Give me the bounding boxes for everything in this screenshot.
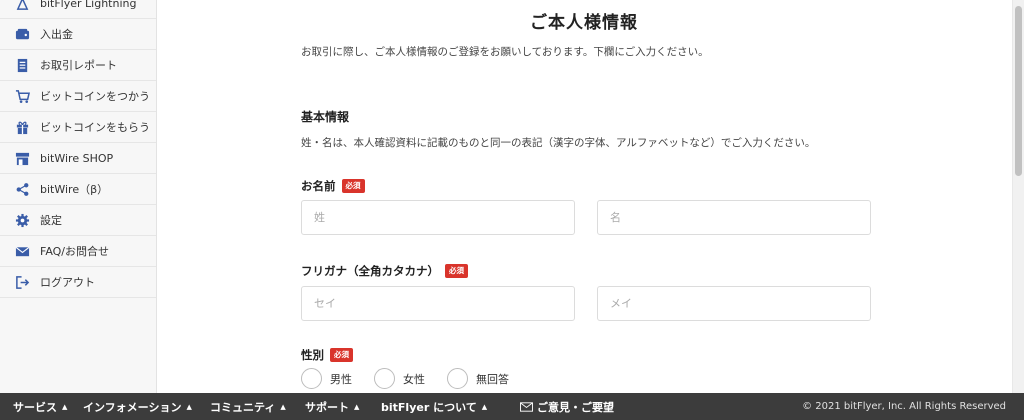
sidebar-item-settings[interactable]: 設定	[0, 205, 156, 236]
name-field-label: お名前 必須	[301, 178, 365, 194]
share-icon	[14, 181, 30, 197]
caret-up-icon: ▲	[186, 402, 192, 411]
sidebar-item-label: ログアウト	[40, 276, 95, 289]
section-note: 姓・名は、本人確認資料に記載のものと同一の表記（漢字の字体、アルファベットなど）…	[301, 137, 816, 149]
sidebar-item-label: お取引レポート	[40, 59, 117, 72]
required-badge: 必須	[341, 179, 365, 193]
sidebar-item-logout[interactable]: ログアウト	[0, 267, 156, 298]
caret-up-icon: ▲	[354, 402, 360, 411]
sidebar-item-label: 設定	[40, 214, 62, 227]
scrollbar-thumb[interactable]	[1015, 6, 1022, 176]
page-scrollbar[interactable]	[1012, 0, 1024, 393]
gender-field-label: 性別 必須	[301, 347, 353, 363]
cart-icon	[14, 88, 30, 104]
sidebar-item-label: ビットコインをもらう	[40, 121, 150, 134]
footer-feedback-link[interactable]: ご意見・ご要望	[520, 393, 614, 420]
sidebar-item-report[interactable]: お取引レポート	[0, 50, 156, 81]
footer-menu-support[interactable]: サポート ▲	[305, 393, 359, 420]
footer-menu-label: サービス	[13, 400, 57, 414]
kana-field-label: フリガナ（全角カタカナ） 必須	[301, 263, 468, 279]
logout-icon	[14, 274, 30, 290]
caret-up-icon: ▲	[481, 402, 488, 411]
sidebar-item-label: ビットコインをつかう	[40, 90, 150, 103]
radio-label: 無回答	[476, 372, 509, 386]
envelope-icon	[520, 401, 533, 412]
gender-option-female[interactable]: 女性	[374, 368, 425, 389]
caret-up-icon: ▲	[280, 402, 286, 411]
sidebar-item-lightning[interactable]: bitFlyer Lightning	[0, 0, 156, 19]
page-title: ご本人様情報	[530, 13, 638, 33]
caret-up-icon: ▲	[62, 402, 68, 411]
mail-icon	[14, 243, 30, 259]
sidebar-item-label: 入出金	[40, 28, 73, 41]
sidebar-item-label: bitFlyer Lightning	[40, 0, 137, 10]
sidebar-item-deposit[interactable]: 入出金	[0, 19, 156, 50]
name-label-text: お名前	[301, 179, 336, 193]
footer-menu-label: サポート	[305, 400, 349, 414]
sidebar-item-bitwire[interactable]: bitWire（β）	[0, 174, 156, 205]
gender-label-text: 性別	[301, 348, 324, 362]
wallet-icon	[14, 26, 30, 42]
report-icon	[14, 57, 30, 73]
footer-bar: サービス ▲ インフォメーション ▲ コミュニティ ▲ サポート ▲ bitFl…	[0, 393, 1024, 420]
footer-menu-services[interactable]: サービス ▲	[13, 393, 67, 420]
first-name-input[interactable]	[597, 200, 871, 235]
first-name-kana-input[interactable]	[597, 286, 871, 321]
footer-feedback-label: ご意見・ご要望	[537, 400, 614, 414]
radio-label: 女性	[403, 372, 425, 386]
sidebar: bitFlyer Lightning 入出金 お取引レポート ビットコインをつか…	[0, 0, 157, 393]
sidebar-item-label: bitWire（β）	[40, 183, 109, 196]
required-badge: 必須	[445, 264, 468, 278]
sidebar-item-bitwire-shop[interactable]: bitWire SHOP	[0, 143, 156, 174]
required-badge: 必須	[330, 348, 353, 362]
copyright-text: © 2021 bitFlyer, Inc. All Rights Reserve…	[802, 401, 1006, 412]
main-content: ご本人様情報 お取引に際し、ご本人様情報のご登録をお願いしております。下欄にご入…	[158, 0, 1010, 393]
gender-radio-group: 男性 女性 無回答	[301, 368, 531, 389]
sidebar-item-faq[interactable]: FAQ/お問合せ	[0, 236, 156, 267]
gender-option-male[interactable]: 男性	[301, 368, 352, 389]
footer-menu-information[interactable]: インフォメーション ▲	[83, 393, 192, 420]
radio-circle[interactable]	[447, 368, 468, 389]
gender-option-no-answer[interactable]: 無回答	[447, 368, 509, 389]
gift-icon	[14, 119, 30, 135]
sidebar-item-label: bitWire SHOP	[40, 151, 114, 165]
footer-menu-about[interactable]: bitFlyer について ▲	[381, 393, 487, 420]
footer-menu-label: インフォメーション	[83, 400, 182, 414]
sidebar-item-label: FAQ/お問合せ	[40, 245, 110, 258]
footer-menu-label: bitFlyer について	[381, 400, 477, 414]
radio-circle[interactable]	[301, 368, 322, 389]
page-lead-text: お取引に際し、ご本人様情報のご登録をお願いしております。下欄にご入力ください。	[301, 46, 709, 58]
footer-menu-label: コミュニティ	[210, 400, 276, 414]
sidebar-item-use-bitcoin[interactable]: ビットコインをつかう	[0, 81, 156, 112]
app-window: bitFlyer Lightning 入出金 お取引レポート ビットコインをつか…	[0, 0, 1024, 420]
last-name-kana-input[interactable]	[301, 286, 575, 321]
lightning-icon	[14, 0, 30, 11]
gear-icon	[14, 212, 30, 228]
section-title-basic-info: 基本情報	[301, 110, 350, 124]
footer-menu-community[interactable]: コミュニティ ▲	[210, 393, 286, 420]
last-name-input[interactable]	[301, 200, 575, 235]
shop-icon	[14, 150, 30, 166]
radio-label: 男性	[330, 372, 352, 386]
kana-label-text: フリガナ（全角カタカナ）	[301, 264, 439, 278]
radio-circle[interactable]	[374, 368, 395, 389]
sidebar-item-get-bitcoin[interactable]: ビットコインをもらう	[0, 112, 156, 143]
